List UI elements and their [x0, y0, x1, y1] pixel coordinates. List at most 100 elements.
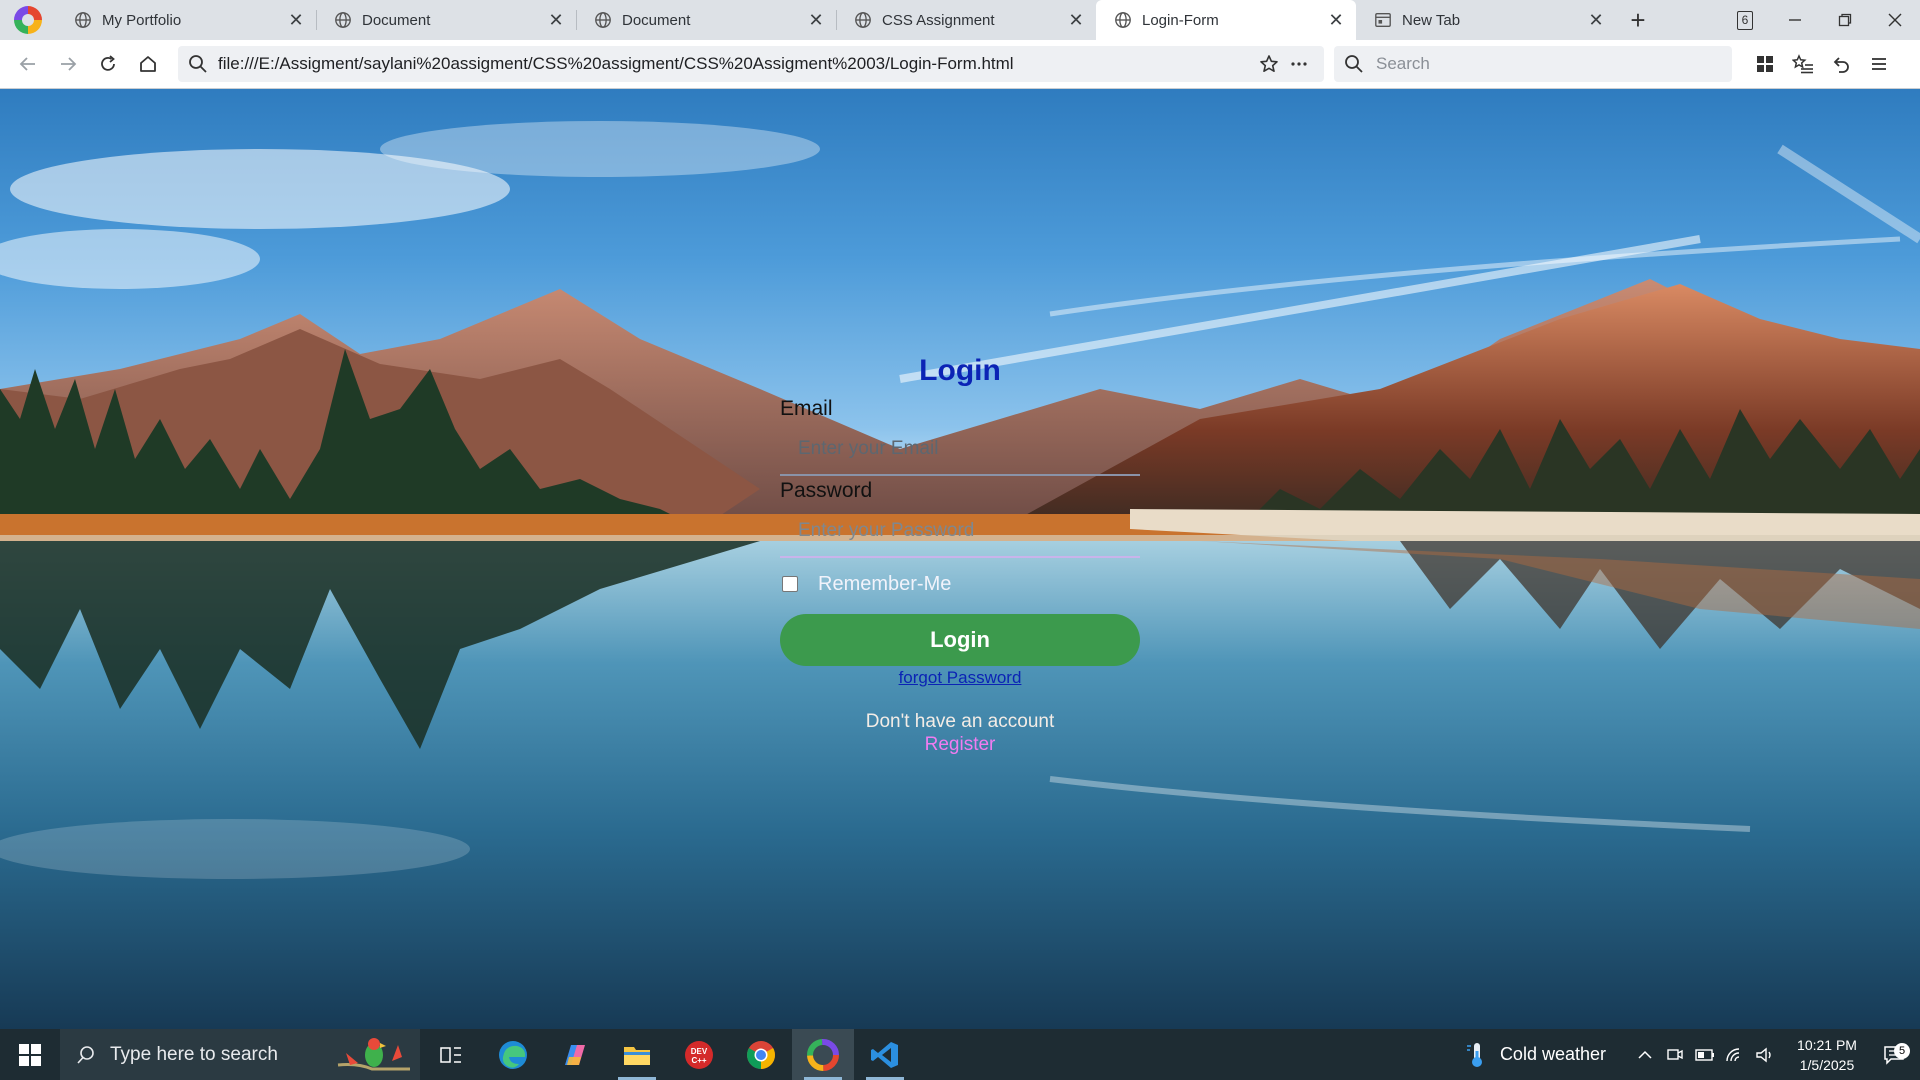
search-input[interactable]	[1374, 53, 1708, 75]
tab-document-2[interactable]: Document ✕	[576, 0, 836, 40]
folder-icon	[624, 1046, 650, 1065]
search-box[interactable]	[1334, 46, 1732, 82]
remember-me-checkbox[interactable]	[782, 576, 798, 592]
tab-new-tab[interactable]: New Tab ✕	[1356, 0, 1616, 40]
close-icon[interactable]: ✕	[286, 10, 306, 30]
show-hidden-icons-button[interactable]	[1630, 1050, 1660, 1060]
taskbar-edge[interactable]	[482, 1029, 544, 1080]
weather-widget[interactable]: Cold weather	[1464, 1041, 1606, 1069]
tab-title: New Tab	[1402, 11, 1461, 29]
more-horizontal-icon	[1291, 62, 1307, 66]
copilot-icon	[565, 1044, 585, 1065]
login-form: Login Email Password Remember-Me Login f…	[780, 354, 1140, 774]
url-text[interactable]: file:///E:/Assigment/saylani%20assigment…	[218, 54, 1254, 74]
address-bar[interactable]: file:///E:/Assigment/saylani%20assigment…	[178, 46, 1324, 82]
dev-cpp-icon: DEVC++	[685, 1040, 713, 1069]
newtab-page-icon	[1375, 13, 1391, 27]
taskbar-browser-active[interactable]	[792, 1029, 854, 1080]
tab-title: Login-Form	[1142, 11, 1219, 29]
globe-icon	[595, 12, 611, 28]
close-icon[interactable]: ✕	[1326, 10, 1346, 30]
tab-title: My Portfolio	[102, 11, 182, 29]
reload-icon	[101, 55, 115, 71]
network-button[interactable]	[1720, 1047, 1750, 1063]
favorites-button[interactable]	[1784, 44, 1822, 84]
restore-button[interactable]	[1820, 0, 1870, 40]
chevron-up-icon	[1638, 1050, 1652, 1059]
parrot-search-highlight-icon	[337, 1038, 410, 1071]
taskbar-chrome[interactable]	[730, 1029, 792, 1080]
tab-title: CSS Assignment	[882, 11, 995, 29]
forgot-password-link[interactable]: forgot Password	[899, 668, 1022, 687]
taskbar-dev-cpp[interactable]: DEV C++	[668, 1029, 730, 1080]
minimize-icon	[1789, 19, 1801, 21]
system-tray	[1630, 1047, 1780, 1063]
main-menu-button[interactable]	[1860, 44, 1898, 84]
star-icon	[1260, 55, 1278, 72]
chrome-icon	[747, 1040, 775, 1069]
navigation-bar: file:///E:/Assigment/saylani%20assigment…	[0, 40, 1920, 89]
back-arrow-icon	[19, 57, 35, 71]
favorites-list-icon	[1792, 54, 1813, 74]
register-link[interactable]: Register	[780, 733, 1140, 756]
task-view-button[interactable]	[420, 1029, 482, 1080]
meet-now-button[interactable]	[1660, 1047, 1690, 1063]
notification-center-button[interactable]: 5	[1868, 1042, 1920, 1065]
tab-strip: My Portfolio ✕ Document ✕ Document ✕ CSS…	[0, 0, 1920, 40]
globe-icon	[335, 12, 351, 28]
taskbar: Type here to search DEVC++ Cold weather	[0, 1029, 1920, 1080]
forward-button[interactable]	[48, 44, 88, 84]
tab-css-assignment[interactable]: CSS Assignment ✕	[836, 0, 1096, 40]
close-window-button[interactable]	[1870, 0, 1920, 40]
taskbar-file-explorer[interactable]	[606, 1029, 668, 1080]
password-field[interactable]	[780, 506, 1140, 558]
forward-arrow-icon	[61, 57, 77, 71]
start-button[interactable]	[0, 1029, 60, 1080]
task-view-icon	[440, 1046, 461, 1063]
remember-me-label[interactable]: Remember-Me	[818, 573, 951, 596]
windows-logo-icon	[19, 1043, 41, 1066]
email-label: Email	[780, 397, 833, 420]
no-account-text: Don't have an account	[865, 711, 1055, 732]
history-undo-button[interactable]	[1822, 44, 1860, 84]
reload-button[interactable]	[88, 44, 128, 84]
tab-count-button[interactable]: 6	[1720, 0, 1770, 40]
tab-my-portfolio[interactable]: My Portfolio ✕	[56, 0, 316, 40]
home-button[interactable]	[128, 44, 168, 84]
minimize-button[interactable]	[1770, 0, 1820, 40]
taskbar-vscode[interactable]	[854, 1029, 916, 1080]
hamburger-menu-icon	[1872, 58, 1886, 70]
grid-icon	[1757, 56, 1773, 72]
taskbar-search-text: Type here to search	[110, 1043, 278, 1065]
tab-document-1[interactable]: Document ✕	[316, 0, 576, 40]
close-icon[interactable]: ✕	[1586, 10, 1606, 30]
apps-grid-button[interactable]	[1746, 44, 1784, 84]
battery-button[interactable]	[1690, 1048, 1720, 1062]
undo-icon	[1833, 57, 1849, 73]
clock[interactable]: 10:21 PM 1/5/2025	[1786, 1035, 1868, 1075]
login-button[interactable]: Login	[780, 614, 1140, 666]
tab-login-form[interactable]: Login-Form ✕	[1096, 0, 1356, 40]
clock-time: 10:21 PM	[1797, 1036, 1857, 1053]
speaker-icon	[1756, 1047, 1771, 1062]
taskbar-copilot[interactable]	[544, 1029, 606, 1080]
home-icon	[140, 56, 156, 72]
volume-button[interactable]	[1750, 1047, 1780, 1063]
search-icon	[1345, 55, 1363, 73]
bookmark-star-button[interactable]	[1254, 49, 1284, 79]
search-icon	[77, 1045, 94, 1064]
close-icon[interactable]: ✕	[546, 10, 566, 30]
clock-date: 1/5/2025	[1799, 1056, 1855, 1073]
taskbar-search-box[interactable]: Type here to search	[60, 1029, 420, 1080]
close-icon[interactable]: ✕	[1066, 10, 1086, 30]
new-tab-button[interactable]: +	[1616, 0, 1660, 40]
close-icon	[1888, 13, 1902, 27]
thermometer-icon	[1466, 1042, 1482, 1067]
email-field[interactable]	[780, 424, 1140, 476]
page-actions-button[interactable]	[1284, 49, 1314, 79]
browser-logo-icon[interactable]	[0, 0, 56, 40]
close-icon[interactable]: ✕	[806, 10, 826, 30]
weather-text: Cold weather	[1499, 1044, 1606, 1064]
tab-title: Document	[362, 11, 431, 29]
back-button[interactable]	[8, 44, 48, 84]
